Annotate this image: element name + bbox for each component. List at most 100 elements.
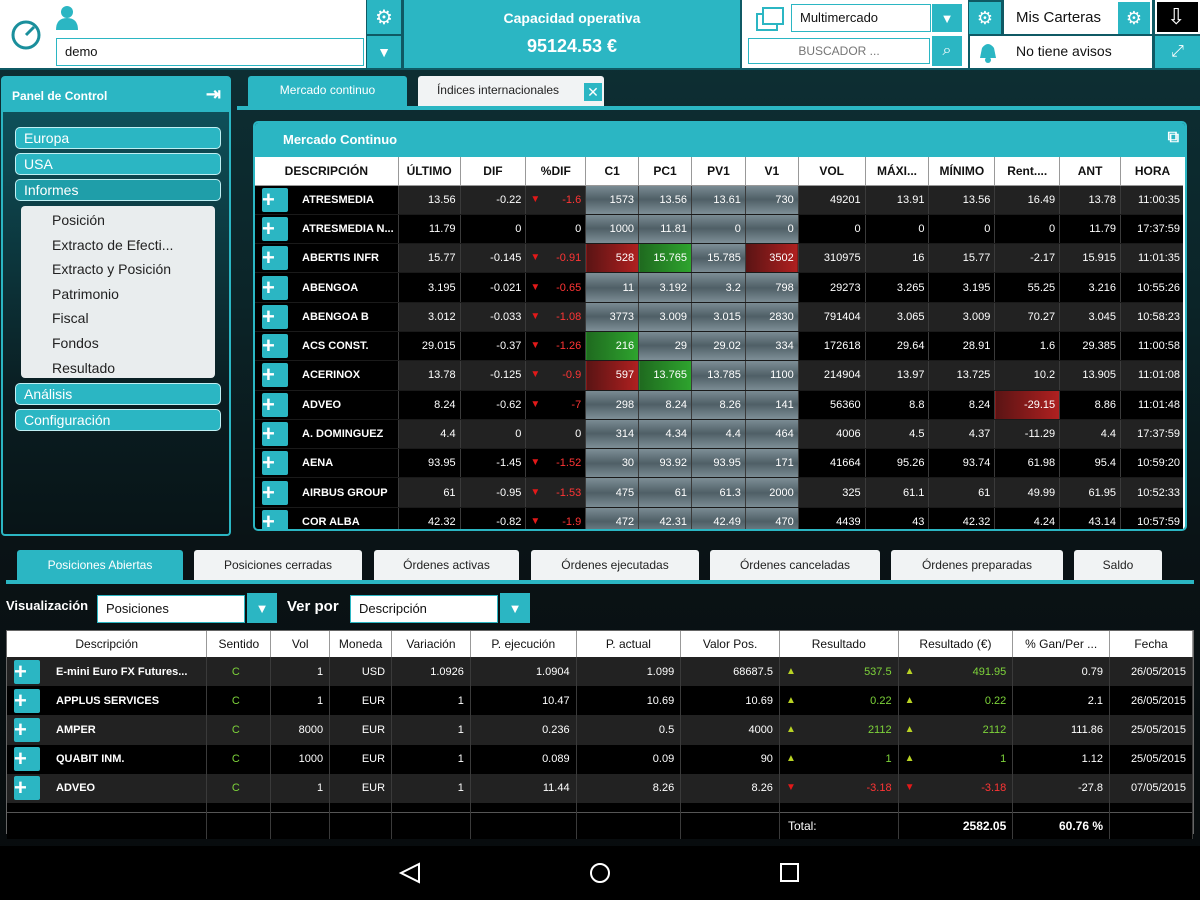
market-col-header[interactable]: %DIF [525, 157, 587, 186]
bell-icon[interactable] [974, 38, 1002, 66]
nav-configuracion[interactable]: Configuración [15, 409, 221, 431]
position-row[interactable]: + APPLUS SERVICES C 1 EUR 1 10.47 10.69 10.69 ▲ 0.… [7, 686, 1193, 716]
position-row[interactable]: + AMPER C 8000 EUR 1 0.236 0.5 4000 ▲ 2112 ▲ 2112 111… [7, 715, 1193, 745]
settings-gear-button[interactable]: ⚙ [367, 0, 401, 34]
market-row[interactable]: + ABENGOA 3.195 -0.021 ▼ -0.65 11 3.192 3.2 798 29… [255, 272, 1185, 303]
market-scrollbar[interactable] [1183, 157, 1185, 529]
tab-ordenes-ejecutadas[interactable]: Órdenes ejecutadas [531, 550, 699, 582]
market-row[interactable]: + COR ALBA 42.32 -0.82 ▼ -1.9 472 42.31 42.49 470… [255, 507, 1185, 529]
positions-col-header[interactable]: Valor Pos. [680, 631, 780, 657]
add-button[interactable]: + [262, 187, 288, 212]
search-input[interactable] [748, 38, 930, 64]
nav-analisis[interactable]: Análisis [15, 383, 221, 405]
nav-informes[interactable]: Informes [15, 179, 221, 201]
carteras-settings-button[interactable]: ⚙ [1118, 2, 1150, 34]
tab-mercado-continuo[interactable]: Mercado continuo [248, 76, 407, 106]
position-row[interactable]: + ADVEO C 1 EUR 1 11.44 8.26 8.26 ▼ -3.18 ▼ -3.18 -27… [7, 773, 1193, 803]
collapse-icon[interactable]: ⇥ [206, 84, 221, 105]
sub-resultado[interactable]: Resultado [21, 356, 215, 381]
market-col-header[interactable]: HORA [1120, 157, 1185, 186]
positions-col-header[interactable]: % Gan/Per ... [1012, 631, 1111, 657]
add-button[interactable]: + [262, 451, 288, 476]
positions-col-header[interactable]: Sentido [206, 631, 272, 657]
sub-fondos[interactable]: Fondos [21, 331, 215, 356]
popout-icon[interactable]: ⧉ [1168, 129, 1179, 147]
add-button[interactable]: + [262, 334, 288, 359]
market-col-header[interactable]: DIF [460, 157, 527, 186]
market-col-header[interactable]: ANT [1059, 157, 1122, 186]
add-button[interactable]: + [262, 392, 288, 417]
add-button[interactable]: + [262, 509, 288, 529]
market-select[interactable]: Multimercado [791, 4, 931, 32]
expand-button[interactable]: ⤢ [1155, 36, 1200, 68]
positions-col-header[interactable]: Moneda [329, 631, 393, 657]
positions-col-header[interactable]: P. actual [576, 631, 682, 657]
user-icon[interactable] [54, 4, 80, 30]
back-icon[interactable] [398, 862, 422, 884]
logout-button[interactable]: ⇩ [1155, 0, 1200, 34]
sub-posicion[interactable]: Posición [21, 208, 215, 233]
market-row[interactable]: + ATRESMEDIA N... 11.79 0 0 1000 11.81 0 0 0 0 0 0 11… [255, 214, 1185, 245]
market-col-header[interactable]: Rent.... [994, 157, 1061, 186]
market-col-header[interactable]: MÁXI... [865, 157, 930, 186]
positions-col-header[interactable]: Resultado [779, 631, 899, 657]
market-col-header[interactable]: VOL [798, 157, 866, 186]
nav-europa[interactable]: Europa [15, 127, 221, 149]
add-button[interactable]: + [14, 747, 40, 772]
tab-indices-internacionales[interactable]: Índices internacionales ✕ [418, 76, 604, 106]
market-col-header[interactable]: C1 [585, 157, 640, 186]
tab-ordenes-canceladas[interactable]: Órdenes canceladas [710, 550, 880, 582]
add-button[interactable]: + [262, 275, 288, 300]
search-button[interactable]: ⌕ [932, 36, 962, 66]
market-col-header[interactable]: ÚLTIMO [398, 157, 461, 186]
market-row[interactable]: + ABENGOA B 3.012 -0.033 ▼ -1.08 3773 3.009 3.01… [255, 302, 1185, 332]
tab-posiciones-abiertas[interactable]: Posiciones Abiertas [17, 550, 183, 582]
recents-icon[interactable] [779, 862, 801, 884]
sub-extracto-posicion[interactable]: Extracto y Posición [21, 257, 215, 282]
add-button[interactable]: + [262, 246, 288, 271]
market-row[interactable]: + AIRBUS GROUP 61 -0.95 ▼ -1.53 475 61 61.3 2000 3… [255, 477, 1185, 508]
position-row[interactable]: + QUABIT INM. C 1000 EUR 1 0.089 0.09 90 ▲ 1 ▲ 1 1.12… [7, 744, 1193, 774]
ver-por-dropdown[interactable]: ▼ [500, 593, 530, 623]
visualizacion-select[interactable]: Posiciones [97, 595, 245, 623]
market-row[interactable]: + ADVEO 8.24 -0.62 ▼ -7 298 8.24 8.26 141 56360 8.8… [255, 390, 1185, 420]
home-icon[interactable] [588, 861, 612, 885]
positions-col-header[interactable]: Vol [270, 631, 331, 657]
add-button[interactable]: + [262, 363, 288, 388]
market-row[interactable]: + ACS CONST. 29.015 -0.37 ▼ -1.26 216 29 29.02 33… [255, 331, 1185, 362]
positions-col-header[interactable]: P. ejecución [470, 631, 577, 657]
nav-usa[interactable]: USA [15, 153, 221, 175]
positions-col-header[interactable]: Descripción [7, 631, 208, 657]
add-button[interactable]: + [262, 216, 288, 241]
close-tab-button[interactable]: ✕ [584, 83, 602, 101]
market-row[interactable]: + ACERINOX 13.78 -0.125 ▼ -0.9 597 13.765 13.785… [255, 360, 1185, 391]
add-button[interactable]: + [262, 422, 288, 447]
add-button[interactable]: + [14, 659, 40, 684]
market-row[interactable]: + AENA 93.95 -1.45 ▼ -1.52 30 93.92 93.95 171 4166… [255, 448, 1185, 479]
user-select[interactable]: demo [56, 38, 364, 66]
add-button[interactable]: + [14, 717, 40, 742]
mis-carteras-label[interactable]: Mis Carteras [1016, 9, 1101, 26]
positions-col-header[interactable]: Resultado (€) [898, 631, 1014, 657]
positions-col-header[interactable]: Variación [391, 631, 471, 657]
tab-posiciones-cerradas[interactable]: Posiciones cerradas [194, 550, 362, 582]
market-settings-button[interactable]: ⚙ [969, 2, 1001, 34]
visualizacion-dropdown[interactable]: ▼ [247, 593, 277, 623]
add-button[interactable]: + [262, 304, 288, 329]
positions-col-header[interactable]: Fecha [1109, 631, 1193, 657]
sub-fiscal[interactable]: Fiscal [21, 306, 215, 331]
market-row[interactable]: + ABERTIS INFR 15.77 -0.145 ▼ -0.91 528 15.765 1… [255, 243, 1185, 274]
market-col-header[interactable]: PV1 [691, 157, 746, 186]
position-row[interactable]: + E-mini Euro FX Futures... C 1 USD 1.0926 1.0… [7, 657, 1193, 687]
tab-saldo[interactable]: Saldo [1074, 550, 1162, 582]
windows-icon[interactable] [756, 6, 786, 32]
market-col-header[interactable]: PC1 [638, 157, 692, 186]
market-dropdown-button[interactable]: ▼ [932, 4, 962, 32]
add-button[interactable]: + [14, 688, 40, 713]
add-button[interactable]: + [14, 776, 40, 801]
user-dropdown-button[interactable]: ▼ [367, 36, 401, 68]
add-button[interactable]: + [262, 480, 288, 505]
tab-ordenes-preparadas[interactable]: Órdenes preparadas [891, 550, 1063, 582]
market-col-header[interactable]: MÍNIMO [928, 157, 996, 186]
sub-patrimonio[interactable]: Patrimonio [21, 282, 215, 307]
